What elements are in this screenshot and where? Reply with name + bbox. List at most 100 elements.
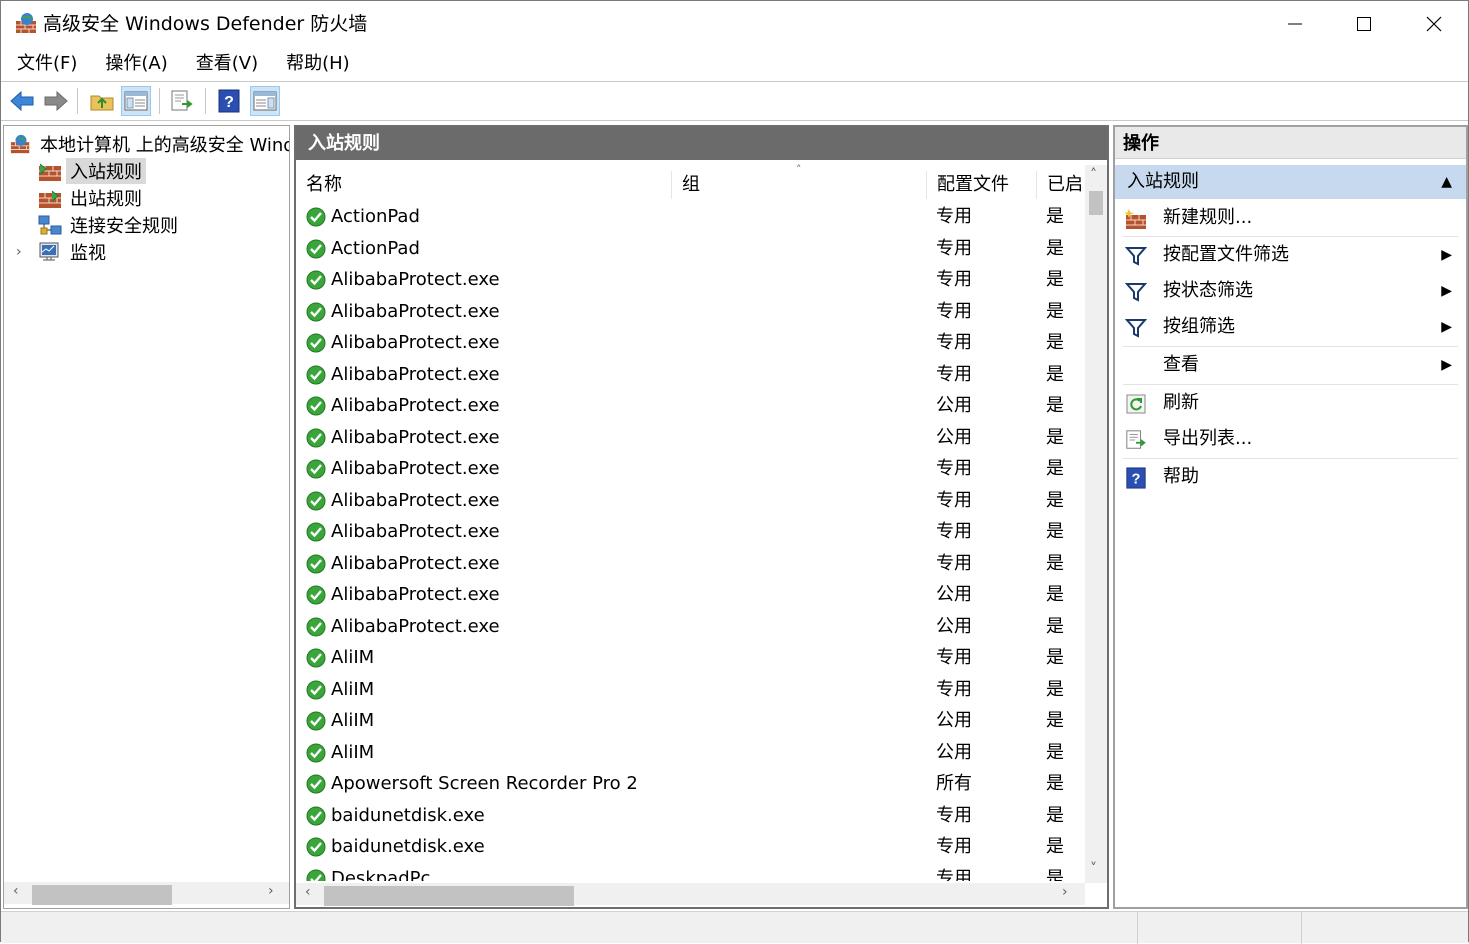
column-header-profile[interactable]: 配置文件	[927, 171, 1037, 199]
tree-horizontal-scrollbar[interactable]: ‹ ›	[4, 882, 289, 905]
close-button[interactable]	[1399, 1, 1469, 47]
scrollbar-thumb[interactable]	[1089, 191, 1103, 215]
tree-item-connection-security[interactable]: 连接安全规则	[38, 212, 178, 238]
back-button[interactable]	[7, 86, 37, 116]
column-header-group[interactable]: 组	[672, 171, 927, 199]
action-filter-by-state[interactable]: 按状态筛选 ▶	[1115, 274, 1466, 308]
pane-title: 入站规则	[296, 127, 1107, 160]
tree-item-inbound-rules[interactable]: 入站规则	[38, 158, 146, 184]
table-row[interactable]: AliIM 专用 是	[296, 642, 1086, 673]
tree-root[interactable]: 本地计算机 上的高级安全 Windows Defender 防火墙	[10, 131, 289, 157]
scroll-right-icon[interactable]: ›	[1062, 884, 1068, 900]
firewall-window: 高级安全 Windows Defender 防火墙 文件(F) 操作(A) 查看…	[0, 0, 1469, 944]
export-list-button[interactable]	[167, 86, 197, 116]
rule-enabled: 是	[1046, 237, 1064, 259]
enabled-check-icon	[306, 617, 326, 636]
rule-name: AlibabaProtect.exe	[331, 332, 500, 353]
table-row[interactable]: AlibabaProtect.exe 专用 是	[296, 264, 1086, 295]
toolbar-separator	[159, 88, 160, 114]
rule-profile: 专用	[936, 647, 972, 668]
menu-help[interactable]: 帮助(H)	[274, 47, 362, 81]
maximize-button[interactable]	[1329, 1, 1399, 47]
action-help[interactable]: ? 帮助	[1115, 460, 1466, 494]
rule-profile: 专用	[936, 867, 972, 882]
rule-enabled: 是	[1046, 678, 1064, 700]
action-filter-by-group[interactable]: 按组筛选 ▶	[1115, 310, 1466, 344]
rule-enabled: 是	[1046, 426, 1064, 448]
collapse-icon[interactable]: ▲	[1441, 165, 1452, 199]
rule-enabled: 是	[1046, 206, 1064, 227]
action-filter-by-profile[interactable]: 按配置文件筛选 ▶	[1115, 238, 1466, 272]
scroll-left-icon[interactable]: ‹	[13, 883, 19, 899]
table-row[interactable]: AlibabaProtect.exe 专用 是	[296, 516, 1086, 547]
rule-name: AlibabaProtect.exe	[331, 300, 500, 322]
table-row[interactable]: AlibabaProtect.exe 专用 是	[296, 296, 1086, 327]
table-row[interactable]: AlibabaProtect.exe 专用 是	[296, 485, 1086, 516]
menu-view[interactable]: 查看(V)	[184, 47, 270, 81]
enabled-check-icon	[306, 396, 326, 416]
action-refresh[interactable]: 刷新	[1115, 386, 1466, 420]
action-view[interactable]: 查看 ▶	[1115, 348, 1466, 382]
filter-icon	[1125, 319, 1147, 338]
tree-item-outbound-rules[interactable]: 出站规则	[38, 185, 142, 211]
table-row[interactable]: AliIM 公用 是	[296, 705, 1086, 736]
rules-vertical-scrollbar[interactable]: ˄ ˅	[1085, 165, 1107, 883]
column-header-name[interactable]: 名称	[296, 171, 672, 199]
scrollbar-thumb[interactable]	[32, 885, 172, 905]
table-row[interactable]: baidunetdisk.exe 专用 是	[296, 800, 1086, 831]
table-row[interactable]: AlibabaProtect.exe 专用 是	[296, 327, 1086, 358]
export-list-icon	[171, 90, 193, 111]
toolbar-separator	[77, 88, 78, 114]
action-export-list[interactable]: 导出列表...	[1115, 422, 1466, 456]
navigation-tree: 本地计算机 上的高级安全 Windows Defender 防火墙 入站规则 出…	[3, 125, 290, 909]
scroll-down-icon[interactable]: ˅	[1090, 861, 1097, 877]
submenu-arrow-icon: ▶	[1441, 283, 1452, 299]
action-divider	[1123, 458, 1458, 459]
table-row[interactable]: ActionPad 专用 是	[296, 233, 1086, 264]
show-hide-tree-button[interactable]	[121, 86, 151, 116]
actions-section-inbound[interactable]: 入站规则 ▲	[1115, 165, 1466, 199]
table-row[interactable]: AlibabaProtect.exe 公用 是	[296, 422, 1086, 453]
tree-item-monitoring[interactable]: 监视	[38, 239, 106, 265]
rule-enabled: 是	[1046, 867, 1064, 882]
scroll-right-icon[interactable]: ›	[268, 883, 274, 899]
scrollbar-thumb[interactable]	[324, 886, 574, 906]
table-row[interactable]: AlibabaProtect.exe 专用 是	[296, 548, 1086, 579]
rule-name: Apowersoft Screen Recorder Pro 2	[331, 773, 638, 794]
inbound-rules-icon	[39, 163, 61, 181]
table-row[interactable]: AlibabaProtect.exe 专用 是	[296, 453, 1086, 484]
scroll-up-icon[interactable]: ˄	[1090, 167, 1097, 183]
rule-profile: 专用	[936, 300, 972, 322]
help-button[interactable]: ?	[214, 86, 244, 116]
rule-enabled: 是	[1046, 552, 1064, 574]
scroll-left-icon[interactable]: ‹	[305, 884, 311, 900]
table-row[interactable]: AliIM 公用 是	[296, 737, 1086, 768]
table-row[interactable]: ActionPad 专用 是	[296, 201, 1086, 232]
rule-name: DeskpadPc	[331, 867, 431, 882]
menu-action[interactable]: 操作(A)	[93, 47, 179, 81]
table-row[interactable]: AlibabaProtect.exe 专用 是	[296, 359, 1086, 390]
minimize-button[interactable]	[1260, 1, 1330, 47]
table-row[interactable]: AlibabaProtect.exe 公用 是	[296, 611, 1086, 642]
chevron-right-icon[interactable]: ›	[16, 244, 22, 260]
enabled-check-icon	[306, 302, 326, 321]
rule-profile: 专用	[936, 269, 972, 290]
up-level-button[interactable]	[87, 86, 117, 116]
menu-file[interactable]: 文件(F)	[5, 47, 89, 81]
table-row[interactable]: Apowersoft Screen Recorder Pro 2 所有 是	[296, 768, 1086, 799]
table-row[interactable]: AlibabaProtect.exe 公用 是	[296, 579, 1086, 610]
show-hide-action-pane-button[interactable]	[250, 86, 280, 116]
action-new-rule[interactable]: 新建规则...	[1115, 201, 1466, 235]
rule-profile: 公用	[936, 741, 972, 763]
rule-profile: 专用	[936, 521, 972, 542]
rule-name: AlibabaProtect.exe	[331, 521, 500, 542]
rule-enabled: 是	[1046, 521, 1064, 542]
table-row[interactable]: AlibabaProtect.exe 公用 是	[296, 390, 1086, 421]
column-header-enabled[interactable]: 已启	[1037, 171, 1085, 199]
export-list-icon	[1126, 430, 1146, 449]
table-row[interactable]: AliIM 专用 是	[296, 674, 1086, 705]
table-row[interactable]: DeskpadPc 专用 是	[296, 863, 1086, 882]
table-row[interactable]: baidunetdisk.exe 专用 是	[296, 831, 1086, 862]
forward-button[interactable]	[41, 86, 71, 116]
rules-horizontal-scrollbar[interactable]: ‹ ›	[296, 883, 1085, 906]
